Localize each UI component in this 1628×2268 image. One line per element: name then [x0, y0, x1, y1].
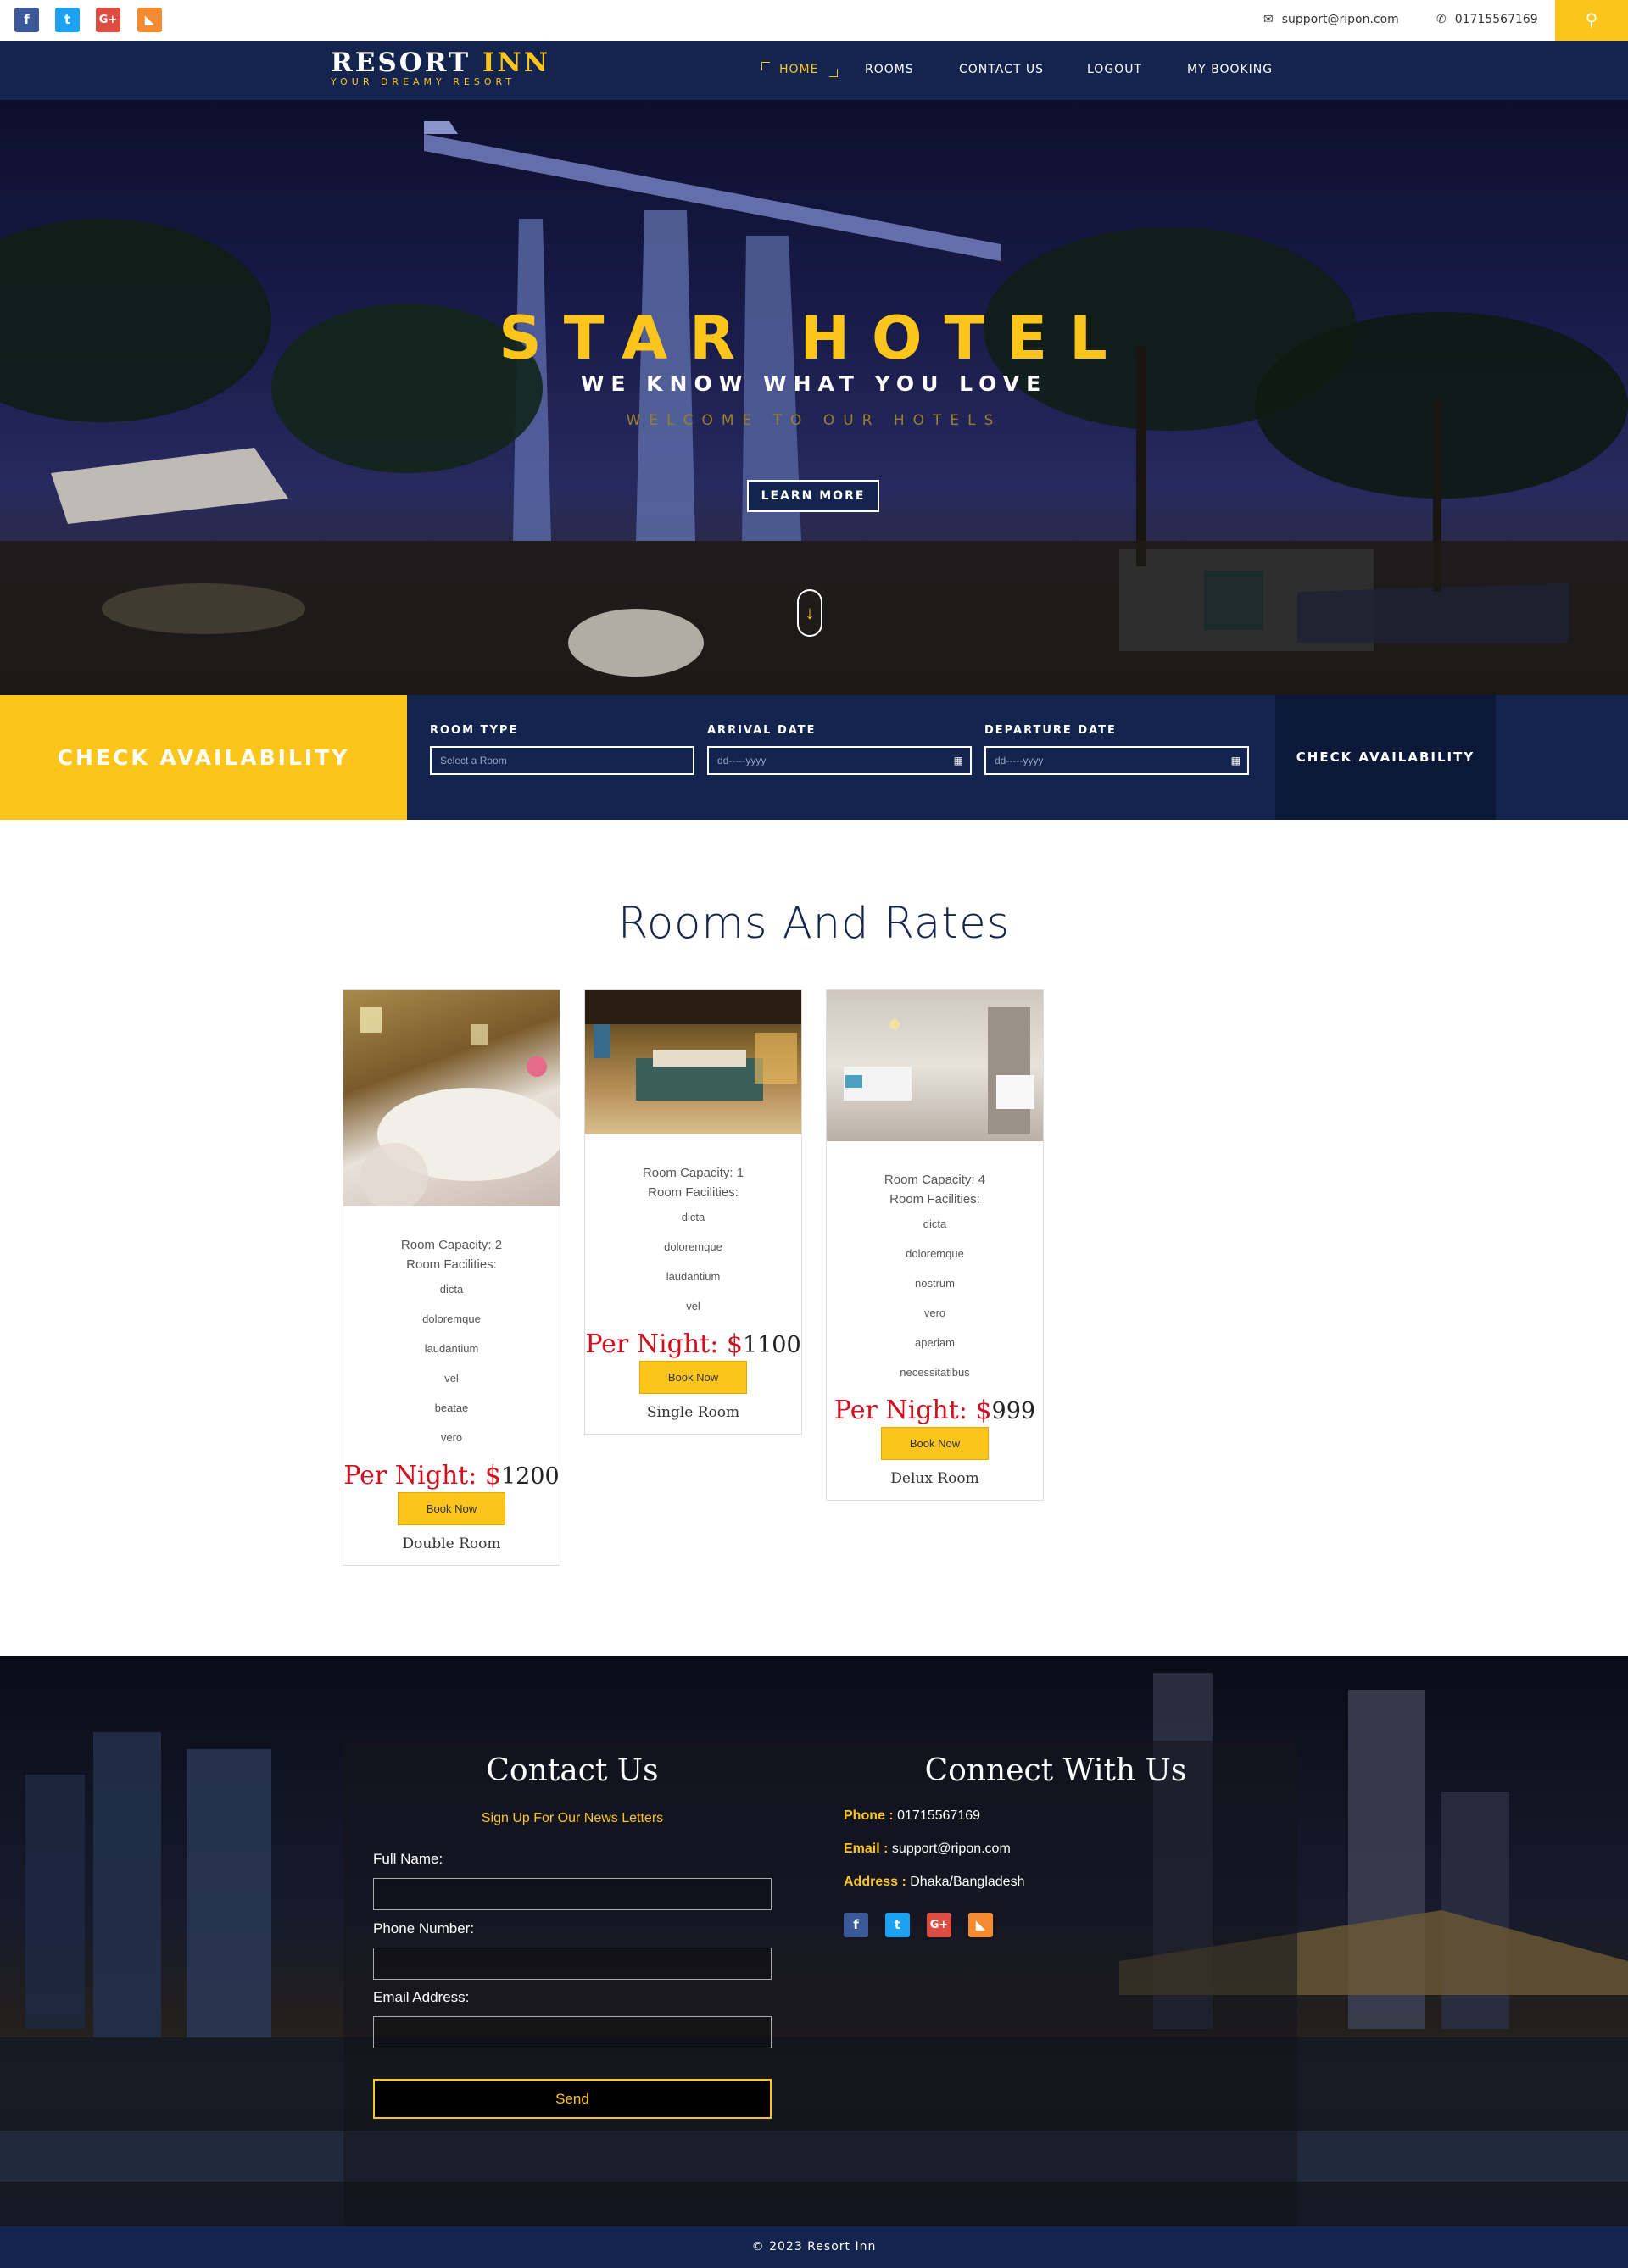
- facility-item: vel: [686, 1300, 700, 1312]
- facility-item: doloremque: [906, 1247, 964, 1260]
- nav-my-booking[interactable]: MY BOOKING: [1187, 63, 1273, 76]
- top-email[interactable]: ✉ support@ripon.com: [1263, 13, 1399, 26]
- room-price: Per Night: $1200: [343, 1461, 560, 1491]
- room-type-field: ROOM TYPE Select a Room: [430, 724, 694, 775]
- availability-heading: CHECK AVAILABILITY: [0, 695, 407, 820]
- nav-active-bracket-icon: [829, 69, 838, 77]
- twitter-icon[interactable]: t: [885, 1913, 910, 1937]
- calendar-icon[interactable]: ▦: [1231, 748, 1241, 773]
- logo-text: RESORT INN: [331, 47, 551, 78]
- full-name-input[interactable]: [373, 1878, 772, 1910]
- facility-item: dicta: [923, 1218, 947, 1230]
- search-icon: ⚲: [1585, 11, 1598, 30]
- facility-item: aperiam: [915, 1336, 955, 1349]
- departure-date-field: DEPARTURE DATE dd-----yyyy ▦: [984, 724, 1249, 775]
- departure-date-label: DEPARTURE DATE: [984, 724, 1117, 737]
- room-price: Per Night: $1100: [585, 1329, 801, 1359]
- room-capacity: Room Capacity: 1 Room Facilities:: [642, 1166, 744, 1200]
- room-price: Per Night: $999: [834, 1396, 1036, 1425]
- footer-email[interactable]: Email : support@ripon.com: [844, 1842, 1011, 1857]
- footer-section: Contact Us Connect With Us Sign Up For O…: [0, 1656, 1628, 2226]
- copyright-bar: © 2023 Resort Inn: [0, 2226, 1628, 2268]
- availability-bar: CHECK AVAILABILITY ROOM TYPE Select a Ro…: [0, 695, 1628, 820]
- nav-active-bracket-icon: [761, 62, 770, 70]
- facility-item: dicta: [439, 1283, 464, 1296]
- room-image[interactable]: [343, 990, 560, 1206]
- room-image[interactable]: [827, 990, 1043, 1141]
- room-name: Single Room: [646, 1404, 740, 1421]
- top-bar: f t G+ ◣ ✉ support@ripon.com ✆ 01715567169…: [0, 0, 1628, 41]
- room-card-delux: Room Capacity: 4 Room Facilities: dicta d…: [826, 989, 1044, 1501]
- rss-icon[interactable]: ◣: [137, 8, 162, 32]
- envelope-icon: ✉: [1263, 13, 1274, 26]
- newsletter-text: Sign Up For Our News Letters: [481, 1811, 664, 1825]
- room-facilities-list: dicta doloremque laudantium vel: [585, 1202, 801, 1321]
- phone-number-input[interactable]: [373, 1948, 772, 1980]
- book-now-button[interactable]: Book Now: [398, 1492, 505, 1525]
- room-card-double: Room Capacity: 2 Room Facilities: dicta d…: [343, 989, 560, 1566]
- footer-phone: Phone : 01715567169: [844, 1808, 981, 1823]
- facility-item: laudantium: [666, 1270, 721, 1283]
- arrival-date-label: ARRIVAL DATE: [707, 724, 817, 737]
- rooms-section-title: Rooms And Rates: [617, 899, 1011, 949]
- nav-contact-us[interactable]: CONTACT US: [959, 63, 1044, 76]
- room-facilities-list: dicta doloremque nostrum vero aperiam ne…: [827, 1209, 1043, 1387]
- room-capacity: Room Capacity: 2 Room Facilities:: [400, 1238, 503, 1272]
- google-plus-icon[interactable]: G+: [927, 1913, 951, 1937]
- email-address-label: Email Address:: [373, 1989, 470, 2005]
- facility-item: beatae: [434, 1401, 469, 1414]
- arrival-date-input[interactable]: dd-----yyyy ▦: [707, 746, 972, 775]
- calendar-icon[interactable]: ▦: [954, 748, 963, 773]
- facility-item: vel: [444, 1372, 459, 1385]
- facility-item: doloremque: [422, 1312, 481, 1325]
- nav-rooms[interactable]: ROOMS: [865, 63, 914, 76]
- phone-number-label: Phone Number:: [373, 1920, 475, 1936]
- footer-address: Address : Dhaka/Bangladesh: [844, 1875, 1025, 1889]
- facility-item: laudantium: [424, 1342, 479, 1355]
- facility-item: vero: [440, 1431, 463, 1444]
- send-button[interactable]: Send: [373, 2079, 772, 2119]
- full-name-label: Full Name:: [373, 1851, 443, 1867]
- facility-item: nostrum: [915, 1277, 955, 1290]
- nav-logout[interactable]: LOGOUT: [1087, 63, 1142, 76]
- rss-icon[interactable]: ◣: [968, 1913, 993, 1937]
- hero-banner: STAR HOTEL WE KNOW WHAT YOU LOVE WELCOME…: [0, 100, 1628, 695]
- room-name: Double Room: [402, 1535, 501, 1552]
- departure-date-input[interactable]: dd-----yyyy ▦: [984, 746, 1249, 775]
- hero-subtitle: WE KNOW WHAT YOU LOVE: [580, 371, 1048, 396]
- contact-us-title: Contact Us: [486, 1753, 659, 1788]
- facility-item: dicta: [681, 1211, 705, 1223]
- hero-title: STAR HOTEL: [499, 304, 1129, 373]
- search-button[interactable]: ⚲: [1555, 0, 1628, 41]
- facility-item: doloremque: [664, 1240, 722, 1253]
- room-image[interactable]: [585, 990, 801, 1134]
- top-phone: ✆ 01715567169: [1436, 13, 1538, 26]
- room-name: Delux Room: [890, 1470, 979, 1487]
- facebook-icon[interactable]: f: [14, 8, 39, 32]
- email-address-input[interactable]: [373, 2016, 772, 2048]
- site-logo[interactable]: RESORT INN YOUR DREAMY RESORT: [331, 47, 550, 87]
- room-facilities-list: dicta doloremque laudantium vel beatae v…: [343, 1274, 560, 1452]
- room-type-label: ROOM TYPE: [430, 724, 519, 737]
- check-availability-button[interactable]: CHECK AVAILABILITY: [1275, 695, 1496, 820]
- book-now-button[interactable]: Book Now: [881, 1427, 989, 1460]
- room-type-select[interactable]: Select a Room: [430, 746, 694, 775]
- phone-icon: ✆: [1436, 13, 1447, 26]
- facility-item: vero: [923, 1307, 946, 1319]
- twitter-icon[interactable]: t: [55, 8, 80, 32]
- facility-item: necessitatibus: [900, 1366, 970, 1379]
- google-plus-icon[interactable]: G+: [96, 8, 120, 32]
- learn-more-button[interactable]: LEARN MORE: [747, 480, 879, 512]
- facebook-icon[interactable]: f: [844, 1913, 868, 1937]
- main-navbar: RESORT INN YOUR DREAMY RESORT HOME ROOMS…: [0, 41, 1628, 100]
- nav-home[interactable]: HOME: [779, 63, 818, 76]
- book-now-button[interactable]: Book Now: [639, 1361, 747, 1394]
- arrival-date-field: ARRIVAL DATE dd-----yyyy ▦: [707, 724, 972, 775]
- hero-welcome-text: WELCOME TO OUR HOTELS: [626, 412, 1002, 429]
- room-card-single: Room Capacity: 1 Room Facilities: dicta d…: [584, 989, 802, 1435]
- connect-with-us-title: Connect With Us: [924, 1753, 1187, 1788]
- room-capacity: Room Capacity: 4 Room Facilities:: [884, 1173, 986, 1206]
- scroll-down-icon[interactable]: ↓: [797, 589, 822, 637]
